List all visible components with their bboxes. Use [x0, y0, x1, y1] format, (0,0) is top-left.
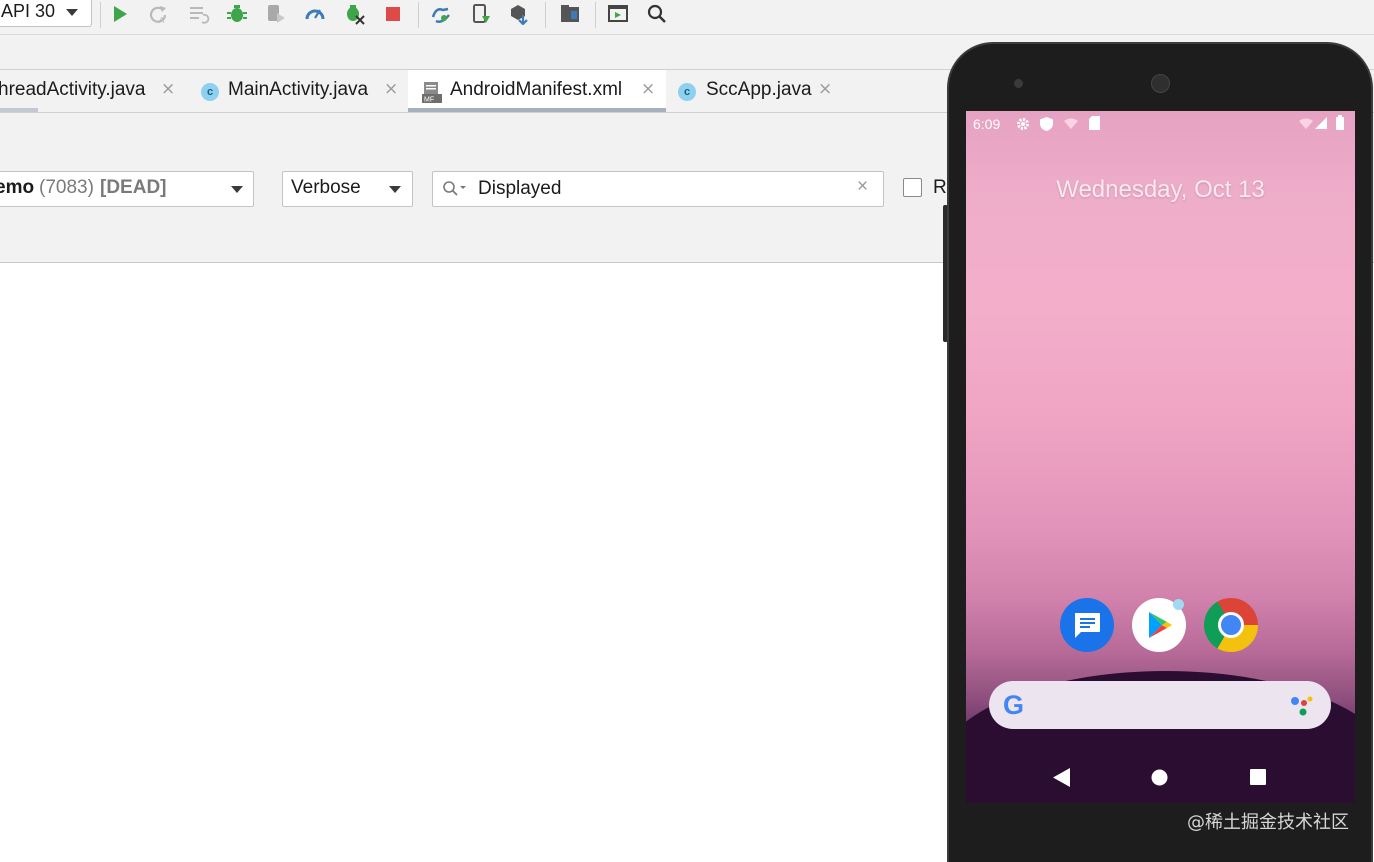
process-selector[interactable]: emo (7083) [DEAD] — [0, 171, 254, 207]
settings-icon — [1017, 118, 1029, 130]
log-level-selector[interactable]: Verbose — [282, 171, 413, 207]
wifi-icon — [1064, 118, 1078, 129]
debug-icon[interactable] — [226, 3, 248, 25]
tab-label: MainActivity.java — [228, 79, 369, 100]
device-manager-icon[interactable] — [470, 3, 492, 25]
home-icon[interactable] — [1151, 769, 1168, 786]
navigation-bar — [966, 751, 1355, 803]
assistant-icon[interactable] — [1289, 693, 1315, 717]
emulator-screen[interactable]: 6:09 Wednesday, Oct 13 G — [966, 111, 1355, 803]
tab-scc-app[interactable]: c SccApp.java × — [666, 70, 836, 112]
tab-android-manifest[interactable]: MF AndroidManifest.xml × — [408, 70, 666, 112]
process-state: [DEAD] — [100, 177, 167, 198]
front-camera — [1014, 79, 1023, 88]
class-icon: c — [201, 83, 219, 101]
log-level-value: Verbose — [291, 177, 361, 198]
close-icon[interactable]: × — [818, 79, 832, 99]
toolbar-divider — [595, 2, 596, 28]
run-icon[interactable] — [109, 3, 131, 25]
back-icon[interactable] — [1053, 768, 1071, 787]
close-icon[interactable]: × — [384, 79, 398, 99]
play-store-app-icon[interactable] — [1132, 598, 1186, 652]
google-search-bar[interactable]: G — [989, 681, 1331, 729]
chevron-down-icon — [66, 9, 78, 16]
shield-icon — [1040, 117, 1053, 131]
earpiece-speaker — [1151, 74, 1170, 93]
device-selector-label: API 30 — [1, 1, 56, 21]
status-bar: 6:09 — [966, 111, 1355, 137]
layout-inspector-icon[interactable] — [607, 3, 629, 25]
wifi-signal-icon — [1299, 118, 1313, 129]
chrome-app-icon[interactable] — [1204, 598, 1258, 652]
status-time: 6:09 — [973, 116, 1001, 132]
messages-app-icon[interactable] — [1060, 598, 1114, 652]
watermark: @稀土掘金技术社区 — [1187, 812, 1349, 833]
svg-text:MF: MF — [424, 97, 434, 104]
apply-changes-icon[interactable]: A — [147, 3, 169, 25]
stop-icon[interactable] — [382, 3, 404, 25]
chrome-center — [1218, 612, 1244, 638]
chevron-down-icon — [389, 186, 401, 193]
project-structure-icon[interactable] — [559, 3, 581, 25]
chevron-down-icon — [231, 186, 243, 193]
search-query: Displayed — [478, 178, 562, 199]
tab-main-activity[interactable]: c MainActivity.java × — [190, 70, 408, 112]
debug-bug-icon[interactable] — [343, 3, 365, 25]
sd-card-icon — [1089, 116, 1100, 130]
search-icon — [443, 181, 466, 196]
profile-icon[interactable] — [304, 3, 326, 25]
lockscreen-date: Wednesday, Oct 13 — [1056, 176, 1265, 203]
process-pid: (7083) — [39, 177, 94, 198]
device-selector[interactable]: API 30 — [0, 0, 92, 27]
battery-icon — [1336, 115, 1344, 130]
tab-label: hreadActivity.java — [0, 79, 146, 100]
close-icon[interactable]: × — [161, 79, 175, 99]
google-logo-icon: G — [1003, 690, 1025, 720]
close-icon[interactable]: × — [641, 79, 655, 99]
tab-thread-activity[interactable]: hreadActivity.java × — [0, 70, 190, 112]
tab-underline — [0, 108, 38, 112]
clear-icon[interactable]: × — [857, 176, 868, 198]
active-tab-indicator — [408, 108, 666, 112]
tab-label: AndroidManifest.xml — [450, 79, 623, 100]
toolbar-divider — [418, 2, 419, 28]
sdk-manager-icon[interactable] — [508, 3, 530, 25]
sync-gradle-icon[interactable] — [430, 3, 452, 25]
class-icon: c — [678, 83, 696, 101]
attach-debugger-icon[interactable] — [265, 3, 287, 25]
toolbar-divider — [100, 2, 101, 28]
cell-signal-icon — [1315, 117, 1327, 129]
logcat-search-input[interactable]: Displayed × — [432, 171, 884, 207]
apply-code-changes-icon[interactable] — [188, 3, 210, 25]
main-toolbar: API 30 A — [0, 0, 1374, 35]
process-name: emo — [0, 177, 35, 198]
svg-text:A: A — [159, 16, 165, 25]
tab-label: SccApp.java — [706, 79, 812, 100]
notification-dot — [1173, 599, 1184, 610]
recents-icon[interactable] — [1250, 769, 1266, 785]
toolbar-divider — [545, 2, 546, 28]
regex-checkbox[interactable] — [903, 178, 922, 197]
search-icon[interactable] — [646, 3, 668, 25]
manifest-file-icon: MF — [422, 82, 442, 103]
